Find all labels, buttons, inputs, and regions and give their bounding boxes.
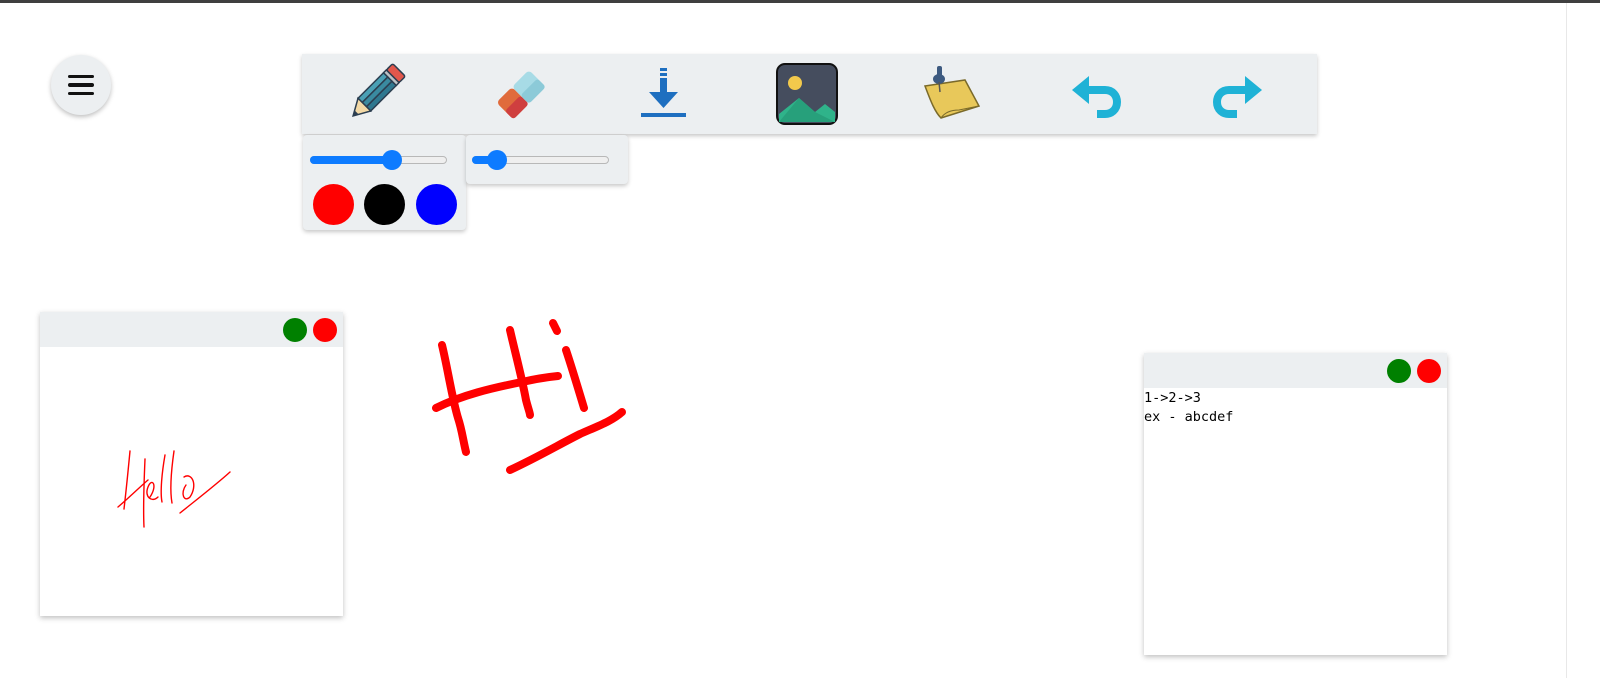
image-tool-button[interactable] — [775, 62, 839, 126]
sticky-note-header[interactable] — [1144, 353, 1447, 388]
undo-tool-button[interactable] — [1063, 62, 1127, 126]
redo-tool-button[interactable] — [1207, 62, 1271, 126]
eraser-tool-button[interactable] — [487, 62, 551, 126]
sticky-note-text[interactable]: 1->2->3 ex - abcdef — [1144, 353, 1447, 655]
close-button[interactable] — [1417, 359, 1441, 383]
close-button[interactable] — [313, 318, 337, 342]
handwriting-hello — [117, 450, 231, 528]
top-border — [0, 0, 1600, 3]
pencil-options-panel — [303, 135, 466, 230]
color-swatch-black[interactable] — [364, 184, 405, 225]
pencil-size-slider[interactable] — [310, 150, 447, 170]
sticky-note-drawing[interactable] — [40, 312, 343, 616]
color-swatch-blue[interactable] — [416, 184, 457, 225]
eraser-options-panel — [466, 135, 628, 184]
sticky-note-textarea[interactable]: 1->2->3 ex - abcdef — [1144, 389, 1447, 655]
minimize-button[interactable] — [1387, 359, 1411, 383]
hamburger-icon — [68, 74, 94, 96]
scrollbar-track[interactable] — [1566, 3, 1567, 678]
sticky-note-tool-button[interactable] — [919, 62, 983, 126]
pencil-icon — [351, 63, 406, 118]
pencil-size-fill — [310, 156, 393, 164]
color-swatch-red[interactable] — [313, 184, 354, 225]
redo-icon — [1212, 76, 1262, 118]
download-icon — [641, 68, 686, 117]
eraser-icon — [498, 71, 545, 119]
pencil-size-thumb[interactable] — [382, 150, 403, 170]
sticky-note-header[interactable] — [40, 312, 343, 347]
menu-button[interactable] — [51, 55, 111, 115]
image-icon — [776, 63, 838, 125]
minimize-button[interactable] — [283, 318, 307, 342]
pencil-tool-button[interactable] — [343, 62, 407, 126]
eraser-size-thumb[interactable] — [486, 150, 507, 170]
eraser-size-slider[interactable] — [472, 150, 609, 170]
undo-icon — [1072, 76, 1122, 118]
sticky-note-canvas[interactable] — [40, 347, 343, 616]
sticky-note-icon — [923, 66, 981, 119]
toolbar — [302, 54, 1317, 134]
download-tool-button[interactable] — [631, 62, 695, 126]
canvas-drawing-hi — [432, 319, 626, 474]
